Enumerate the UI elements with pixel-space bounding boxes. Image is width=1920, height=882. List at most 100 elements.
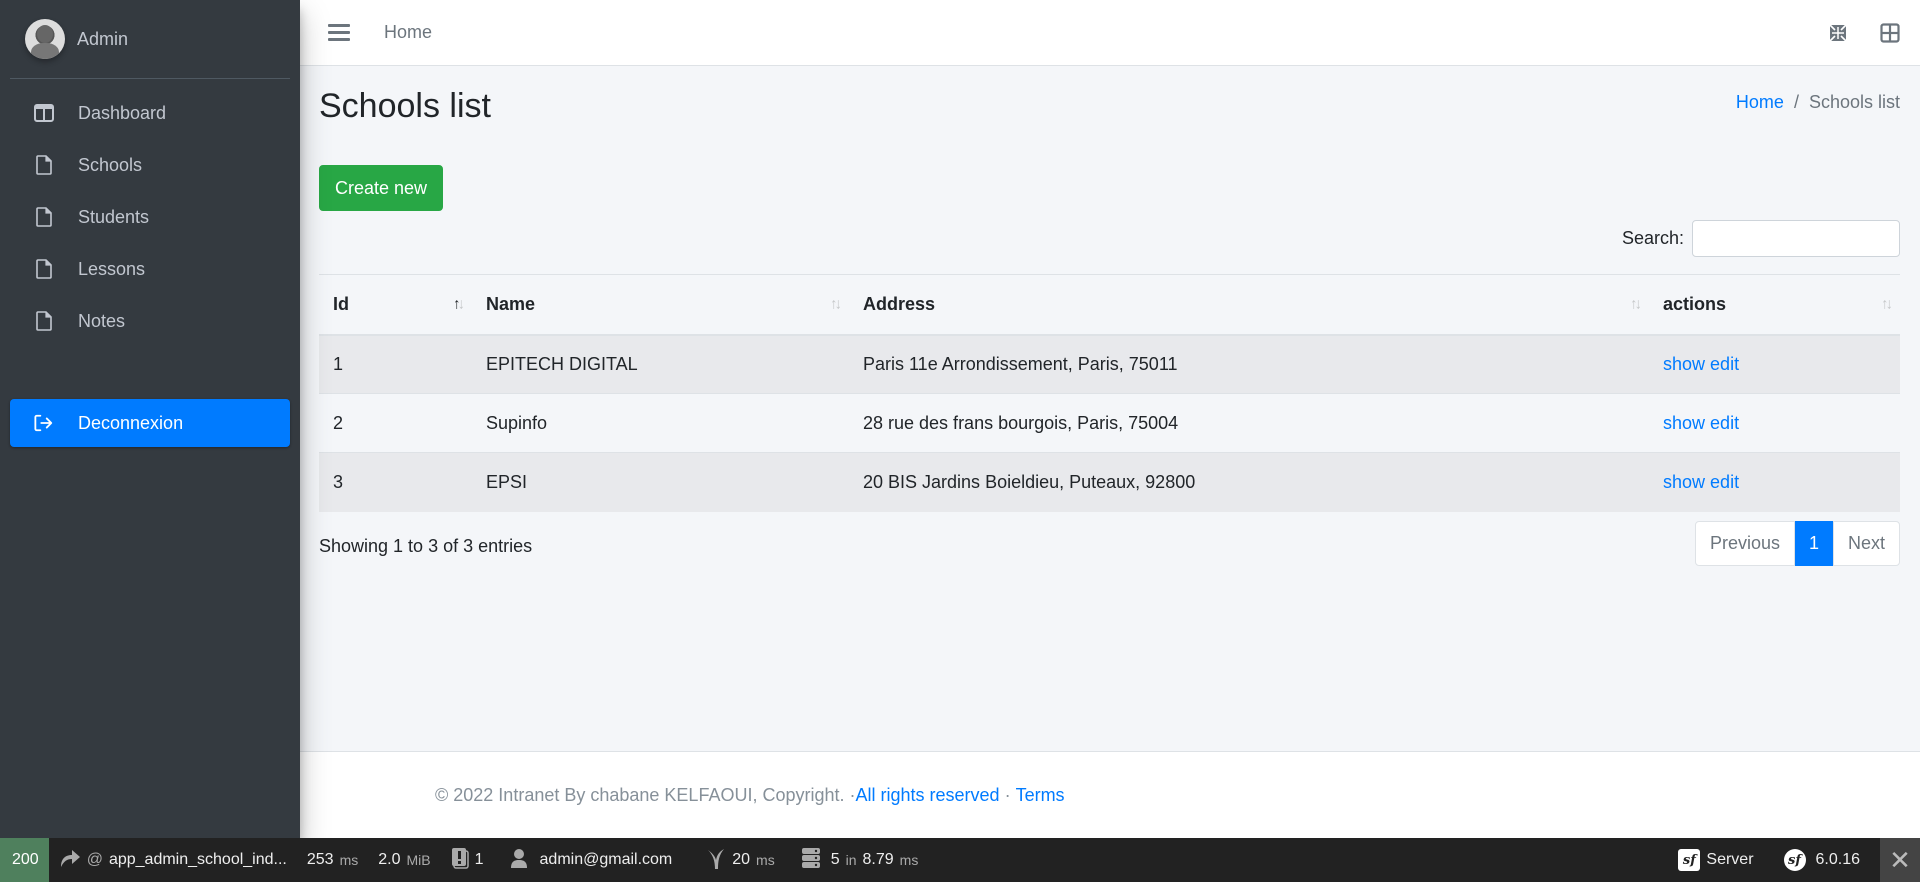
sidebar-item-dashboard[interactable]: Dashboard (10, 87, 290, 139)
top-navbar: Home (300, 0, 1920, 66)
schools-table: Id ↑↓ Name ↑↓ Address ↑↓ actions ↑↓ 1 EP… (319, 274, 1900, 512)
sidebar-item-notes[interactable]: Notes (10, 295, 290, 347)
route-name: app_admin_school_ind... (108, 851, 287, 868)
navbar-right (1828, 22, 1900, 43)
column-header-address[interactable]: Address ↑↓ (849, 275, 1649, 335)
sort-icon: ↑↓ (1881, 295, 1893, 313)
sign-out-icon (34, 413, 54, 433)
sidebar-item-label: Schools (78, 154, 143, 175)
route-panel[interactable]: @ app_admin_school_ind... (49, 838, 297, 882)
sidebar-item-label: Notes (78, 310, 126, 331)
pagination-next[interactable]: Next (1832, 521, 1900, 566)
edit-link[interactable]: edit (1710, 413, 1739, 433)
symfony-logo-icon: sf (1783, 849, 1806, 871)
footer-copyright: © 2022 Intranet By chabane KELFAOUI, Cop… (435, 784, 856, 805)
footer-terms-link[interactable]: Terms (1016, 785, 1065, 806)
file-icon (34, 259, 54, 279)
footer-rights-link[interactable]: All rights reserved (856, 785, 1000, 806)
twig-icon (706, 847, 726, 874)
cell-address: Paris 11e Arrondissement, Paris, 75011 (863, 353, 1178, 374)
cell-address: 20 BIS Jardins Boieldieu, Puteaux, 92800 (863, 471, 1196, 492)
logs-panel[interactable]: 1 (441, 838, 494, 882)
status-code-badge[interactable]: 200 (0, 838, 49, 882)
column-header-id[interactable]: Id ↑↓ (319, 275, 472, 335)
menu-toggle-icon[interactable] (328, 24, 350, 41)
breadcrumb-separator: / (1793, 92, 1799, 112)
toolbar-right: sf Server sf 6.0.16 ✕ (1668, 838, 1920, 882)
sidebar-item-schools[interactable]: Schools (10, 139, 290, 191)
sort-icon: ↑↓ (830, 295, 842, 313)
show-link[interactable]: show (1663, 354, 1705, 374)
cell-address: 28 rue des frans bourgois, Paris, 75004 (863, 412, 1179, 433)
search-filter: Search: (1622, 220, 1900, 257)
symfony-debug-toolbar: 200 @ app_admin_school_ind... 253 ms 2.0 M… (0, 838, 1920, 882)
user-icon (510, 848, 528, 873)
table-info: Showing 1 to 3 of 3 entries (319, 536, 533, 556)
time-panel[interactable]: 253 ms (297, 838, 368, 882)
server-panel[interactable]: sf Server (1668, 838, 1763, 882)
user-panel[interactable]: Admin (10, 0, 290, 79)
show-link[interactable]: show (1663, 413, 1705, 433)
search-input[interactable] (1692, 220, 1900, 257)
table-row: 3 EPSI 20 BIS Jardins Boieldieu, Puteaux… (319, 452, 1900, 512)
sidebar-item-label: Students (78, 206, 150, 227)
edit-link[interactable]: edit (1710, 354, 1739, 374)
breadcrumb-home-link[interactable]: Home (1736, 92, 1784, 113)
fullscreen-expand-icon[interactable] (1828, 23, 1848, 43)
table-row: 2 Supinfo 28 rue des frans bourgois, Par… (319, 393, 1900, 453)
create-new-button[interactable]: Create new (319, 165, 444, 211)
security-panel[interactable]: admin@gmail.com (500, 838, 683, 882)
memory-panel[interactable]: 2.0 MiB (368, 838, 440, 882)
database-icon (801, 847, 821, 874)
log-warning-icon (451, 847, 469, 874)
avatar[interactable] (25, 19, 65, 59)
close-toolbar-icon[interactable]: ✕ (1880, 838, 1920, 882)
columns-icon (34, 103, 54, 123)
logout-button[interactable]: Deconnexion (10, 399, 290, 447)
cell-id: 2 (333, 412, 344, 433)
pagination-previous[interactable]: Previous (1694, 521, 1795, 566)
nav-spacer (10, 347, 290, 399)
file-icon (34, 207, 54, 227)
pagination: Previous 1 Next (1694, 521, 1900, 566)
symfony-logo-icon: sf (1678, 849, 1701, 871)
sidebar-item-lessons[interactable]: Lessons (10, 243, 290, 295)
logout-label: Deconnexion (78, 412, 184, 433)
table-row: 1 EPITECH DIGITAL Paris 11e Arrondisseme… (319, 334, 1900, 394)
cell-name: Supinfo (486, 412, 548, 433)
breadcrumb-current: Schools list (1808, 92, 1900, 112)
cell-actions: show edit (1649, 335, 1900, 394)
grid-icon[interactable] (1880, 22, 1900, 43)
footer: © 2022 Intranet By chabane KELFAOUI, Cop… (300, 751, 1920, 838)
sidebar-item-students[interactable]: Students (10, 191, 290, 243)
file-icon (34, 155, 54, 175)
logged-user: admin@gmail.com (539, 851, 673, 868)
user-name[interactable]: Admin (77, 29, 128, 50)
database-panel[interactable]: 5 in 8.79 ms (791, 838, 929, 882)
sidebar-item-label: Lessons (78, 258, 146, 279)
footer-separator: · (999, 784, 1016, 805)
table-header-row: Id ↑↓ Name ↑↓ Address ↑↓ actions ↑↓ (319, 274, 1900, 335)
sort-ascending-icon: ↑↓ (453, 295, 465, 313)
sidebar: Admin Dashboard Schools Students Lessons (0, 0, 300, 838)
sort-icon: ↑↓ (1630, 295, 1642, 313)
column-header-name[interactable]: Name ↑↓ (472, 275, 849, 335)
file-icon (34, 311, 54, 331)
twig-panel[interactable]: 20 ms (696, 838, 784, 882)
show-link[interactable]: show (1663, 472, 1705, 492)
sidebar-item-label: Dashboard (78, 102, 167, 123)
column-header-actions[interactable]: actions ↑↓ (1649, 275, 1900, 335)
redirect-arrow-icon (59, 848, 81, 873)
cell-id: 3 (333, 471, 344, 492)
cell-id: 1 (333, 353, 344, 374)
cell-name: EPITECH DIGITAL (486, 353, 638, 374)
version-panel[interactable]: sf 6.0.16 (1774, 838, 1870, 882)
pagination-page-1[interactable]: 1 (1794, 521, 1833, 566)
cell-actions: show edit (1649, 453, 1900, 512)
edit-link[interactable]: edit (1710, 472, 1739, 492)
page-title: Schools list (319, 87, 491, 125)
breadcrumb: Home / Schools list (1736, 92, 1900, 113)
search-label: Search: (1621, 228, 1684, 248)
navbar-home-link[interactable]: Home (384, 22, 432, 43)
sidebar-nav: Dashboard Schools Students Lessons Notes (0, 79, 300, 447)
